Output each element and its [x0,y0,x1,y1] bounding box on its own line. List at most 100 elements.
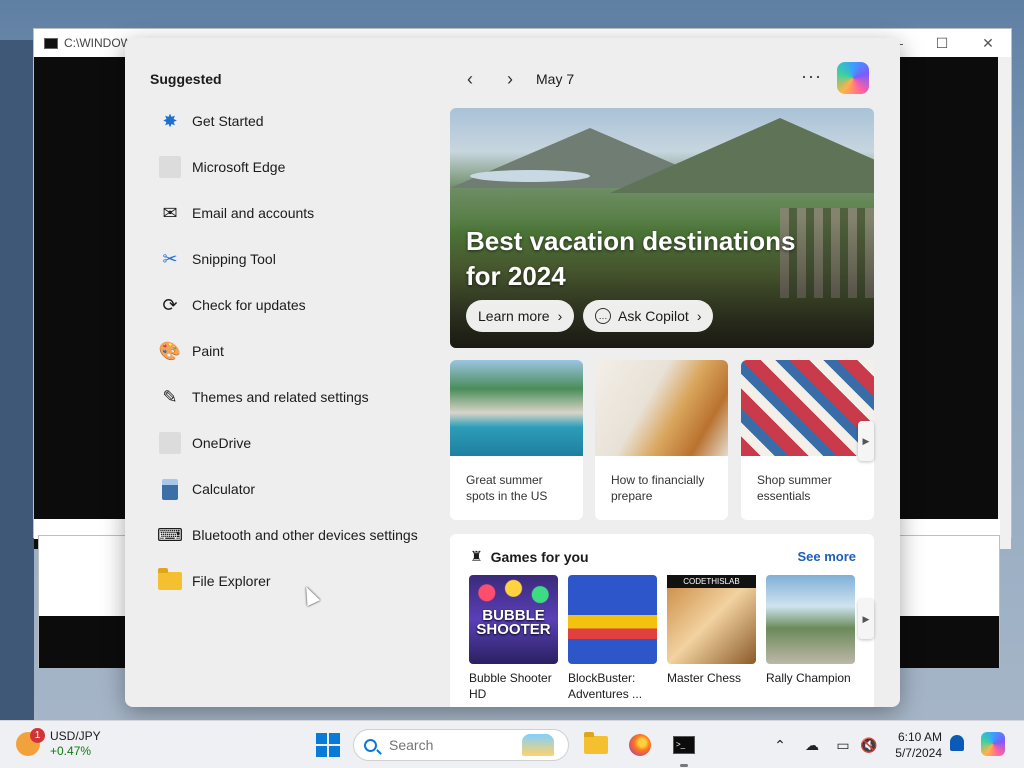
game-tile[interactable]: BUBBLE SHOOTER Bubble Shooter HD [469,575,558,702]
games-next-arrow-icon[interactable]: ▶ [858,599,874,639]
chevron-left-icon[interactable]: ‹ [450,64,490,94]
news-card-caption: Shop summer essentials [757,473,832,503]
ask-copilot-button[interactable]: … Ask Copilot › [583,300,714,332]
news-card[interactable]: Shop summer essentials [741,360,874,520]
chevron-right-icon: › [557,308,563,324]
suggested-item-bluetooth-devices[interactable]: ⌨ Bluetooth and other devices settings [150,512,440,558]
suggested-item-paint[interactable]: 🎨 Paint [150,328,440,374]
feed-navigation: ‹ › May 7 [450,64,574,94]
chess-pieces-icon: ♜ [470,548,483,564]
copilot-taskbar-icon[interactable] [981,732,1005,756]
folder-icon [158,568,182,593]
taskbar-search[interactable] [353,729,569,761]
news-card-caption: Great summer spots in the US [466,473,548,503]
chevron-up-icon[interactable]: ⌃ [769,733,791,757]
calculator-icon [158,477,182,501]
suggested-item-snipping-tool[interactable]: ✂ Snipping Tool [150,236,440,282]
games-widget: ♜ Games for you See more BUBBLE SHOOTER … [450,534,874,707]
notification-bell-icon[interactable] [950,735,964,751]
learn-more-label: Learn more [478,308,550,324]
notification-badge: 1 [30,728,45,743]
devices-icon: ⌨ [157,524,183,545]
news-card[interactable]: Great summer spots in the US [450,360,583,520]
game-tile[interactable]: CODETHISLAB Master Chess [667,575,756,686]
suggested-item-label: Get Started [192,113,264,129]
network-off-icon[interactable]: ☁ [801,733,823,757]
hero-title: Best vacation destinations for 2024 [466,226,796,291]
windows-logo-icon [329,733,340,744]
suggested-item-label: Themes and related settings [192,389,369,405]
news-card[interactable]: How to financially prepare [595,360,728,520]
suggested-item-check-for-updates[interactable]: ⟳ Check for updates [150,282,440,328]
learn-more-button[interactable]: Learn more › [466,300,575,332]
chat-bubble-icon: … [595,308,611,324]
hero-lake [470,170,590,182]
suggested-item-calculator[interactable]: Calculator [150,466,440,512]
suggested-item-label: Email and accounts [192,205,315,221]
games-title: Games for you [490,548,589,565]
palette-icon: 🎨 [158,340,182,361]
suggested-item-label: OneDrive [192,435,252,451]
game-name: BlockBuster: Adventures ... [568,671,643,701]
system-clock[interactable]: 6:10 AM 5/7/2024 [887,729,942,761]
cmd-icon [44,37,58,49]
clock-time: 6:10 AM [897,730,942,744]
suggested-item-file-explorer[interactable]: File Explorer [150,558,440,604]
cmd-scrollbar[interactable] [998,57,1011,549]
suggested-item-microsoft-edge[interactable]: Microsoft Edge [150,144,440,190]
game-art: BUBBLE SHOOTER [469,575,558,664]
suggested-item-label: Calculator [192,481,256,497]
terminal-taskbar-button[interactable]: >_ [670,731,698,759]
suggested-item-label: Bluetooth and other devices settings [192,527,418,543]
hero-mountain [610,118,874,193]
game-name: Rally Champion [766,671,851,685]
copilot-icon[interactable] [837,62,869,94]
suggested-item-themes[interactable]: ✎ Themes and related settings [150,374,440,420]
search-input[interactable] [389,737,509,753]
get-started-icon: ✸ [162,110,178,131]
close-icon[interactable]: ✕ [965,29,1011,57]
folder-icon [584,732,608,754]
stock-change: +0.47% [50,744,92,758]
suggested-heading: Suggested [150,71,222,87]
windows-logo-icon [316,733,327,744]
more-options-icon[interactable]: ··· [801,66,822,87]
volume-muted-icon[interactable]: 🔇 [858,733,880,757]
search-highlight-icon [522,734,554,756]
taskbar: 1 USD/JPY +0.47% >_ ⌃ ☁ ▭ 🔇 6:10 AM 5/7/… [0,720,1024,768]
news-card-image [595,360,728,456]
game-art [766,575,855,664]
file-explorer-taskbar-button[interactable] [582,731,610,759]
game-tile[interactable]: Rally Champion [766,575,855,686]
suggested-item-get-started[interactable]: ✸ Get Started [150,98,440,144]
game-art: CODETHISLAB [667,575,756,664]
search-icon [364,738,377,752]
clock-date: 5/7/2024 [895,746,942,760]
suggested-item-label: File Explorer [192,573,271,589]
game-tile[interactable]: BlockBuster: Adventures ... [568,575,657,702]
start-button[interactable] [316,733,340,757]
ask-copilot-label: Ask Copilot [618,308,689,324]
suggested-list: ✸ Get Started Microsoft Edge ✉ Email and… [150,98,440,604]
scissors-icon: ✂ [162,248,178,269]
windows-logo-icon [329,746,340,757]
game-art-text: CODETHISLAB [667,575,756,588]
edge-icon [158,155,182,179]
feed-date: May 7 [536,71,575,87]
game-art [568,575,657,664]
hero-card[interactable]: Best vacation destinations for 2024 Lear… [450,108,874,348]
monitor-icon[interactable]: ▭ [832,733,854,757]
chevron-right-icon[interactable]: › [490,64,530,94]
game-art-text: BUBBLE SHOOTER [476,607,551,638]
desktop-background-strip [0,40,34,720]
maximize-icon[interactable]: ☐ [919,29,965,57]
refresh-icon: ⟳ [162,294,178,315]
suggested-item-email-and-accounts[interactable]: ✉ Email and accounts [150,190,440,236]
cards-next-arrow-icon[interactable]: ▶ [858,421,874,461]
see-more-link[interactable]: See more [797,549,856,564]
firefox-taskbar-button[interactable] [626,731,654,759]
stock-widget[interactable]: 1 USD/JPY +0.47% [16,728,101,759]
suggested-item-onedrive[interactable]: OneDrive [150,420,440,466]
widgets-panel: Suggested ✸ Get Started Microsoft Edge ✉… [125,38,900,707]
onedrive-icon [158,431,182,455]
